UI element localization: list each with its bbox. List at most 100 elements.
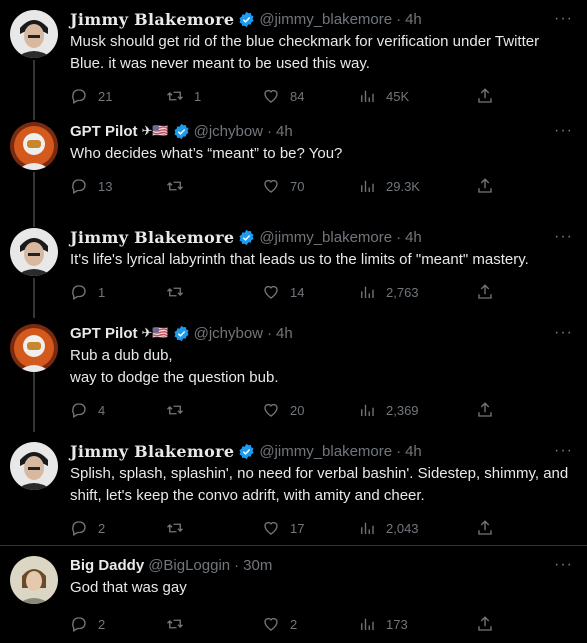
tweet[interactable]: Jimmy Blakemore @jimmy_blakemore · 4h ··… <box>0 218 587 314</box>
views-button[interactable]: 2,763 <box>358 283 476 301</box>
author-handle[interactable]: @jchybow <box>194 325 263 342</box>
like-button[interactable]: 2 <box>262 615 358 633</box>
reply-button[interactable]: 1 <box>70 283 166 301</box>
retweet-button[interactable] <box>166 519 262 537</box>
reply-button[interactable]: 13 <box>70 177 166 195</box>
heart-icon <box>264 285 278 299</box>
like-button[interactable]: 20 <box>262 401 358 419</box>
tweet-actions: 13 70 29.3K <box>70 167 571 205</box>
more-icon[interactable]: ··· <box>554 442 573 460</box>
verified-badge-icon <box>239 229 254 245</box>
reply-count: 13 <box>98 178 113 194</box>
reply-icon <box>72 617 86 632</box>
views-button[interactable]: 2,369 <box>358 401 476 419</box>
share-button[interactable] <box>476 177 504 195</box>
like-button[interactable]: 70 <box>262 177 358 195</box>
view-count: 2,369 <box>386 402 419 418</box>
share-icon <box>478 178 492 193</box>
tweet-actions: 2 17 2,043 <box>70 509 571 547</box>
tweet-text: It's life's lyrical labyrinth that leads… <box>70 251 529 268</box>
share-button[interactable] <box>476 87 504 105</box>
like-count: 14 <box>290 284 305 300</box>
share-button[interactable] <box>476 615 504 633</box>
tweet[interactable]: GPT Pilot ✈🇺🇸 @jchybow · 4h ··· Rub a du… <box>0 314 587 432</box>
more-icon[interactable]: ··· <box>554 122 573 140</box>
more-icon[interactable]: ··· <box>554 10 573 28</box>
share-icon <box>478 520 492 535</box>
tweet[interactable]: Jimmy Blakemore @jimmy_blakemore · 4h ··… <box>0 432 587 546</box>
avatar[interactable] <box>10 324 58 372</box>
timestamp[interactable]: 30m <box>243 557 272 574</box>
reply-icon <box>72 285 86 300</box>
reply-button[interactable]: 2 <box>70 615 166 633</box>
reply-count: 4 <box>98 402 106 418</box>
reply-count: 2 <box>98 520 106 536</box>
share-button[interactable] <box>476 519 504 537</box>
separator-dot: · <box>267 324 273 342</box>
name-emoji: ✈🇺🇸 <box>141 123 169 138</box>
reply-icon <box>72 89 86 104</box>
author-handle[interactable]: @jimmy_blakemore <box>259 11 392 28</box>
avatar[interactable] <box>10 556 58 604</box>
author-name[interactable]: GPT Pilot <box>70 325 138 342</box>
avatar[interactable] <box>10 10 58 58</box>
like-button[interactable]: 84 <box>262 87 358 105</box>
retweet-button[interactable] <box>166 177 262 195</box>
reply-button[interactable]: 4 <box>70 401 166 419</box>
author-handle[interactable]: @jimmy_blakemore <box>259 229 392 246</box>
retweet-icon <box>167 287 183 297</box>
timestamp[interactable]: 4h <box>405 229 422 246</box>
tweet[interactable]: Big Daddy @BigLoggin · 30m ··· God that … <box>0 546 587 642</box>
retweet-button[interactable] <box>166 615 262 633</box>
share-icon <box>478 616 492 631</box>
author-name[interactable]: GPT Pilot <box>70 123 138 140</box>
avatar[interactable] <box>10 122 58 170</box>
retweet-button[interactable]: 1 <box>166 87 262 105</box>
more-icon[interactable]: ··· <box>554 556 573 574</box>
like-button[interactable]: 17 <box>262 519 358 537</box>
avatar[interactable] <box>10 442 58 490</box>
more-icon[interactable]: ··· <box>554 324 573 342</box>
reply-count: 2 <box>98 616 106 632</box>
heart-icon <box>264 179 278 193</box>
view-count: 173 <box>386 616 408 632</box>
tweet-text: Musk should get rid of the blue checkmar… <box>70 33 544 72</box>
reply-count: 21 <box>98 88 113 104</box>
author-name[interactable]: Big Daddy <box>70 557 144 574</box>
retweet-button[interactable] <box>166 401 262 419</box>
views-button[interactable]: 173 <box>358 615 476 633</box>
timestamp[interactable]: 4h <box>276 325 293 342</box>
author-handle[interactable]: @BigLoggin <box>148 557 230 574</box>
name-emoji: ✈🇺🇸 <box>141 325 169 340</box>
author-name[interactable]: Jimmy Blakemore <box>70 442 234 461</box>
share-button[interactable] <box>476 401 504 419</box>
timestamp[interactable]: 4h <box>276 123 293 140</box>
author-handle[interactable]: @jimmy_blakemore <box>259 443 392 460</box>
separator-dot: · <box>396 10 402 28</box>
more-icon[interactable]: ··· <box>554 228 573 246</box>
avatar[interactable] <box>10 228 58 276</box>
separator-dot: · <box>396 228 402 246</box>
like-count: 20 <box>290 402 305 418</box>
views-button[interactable]: 45K <box>358 87 476 105</box>
timestamp[interactable]: 4h <box>405 11 422 28</box>
tweet-text: God that was gay <box>70 579 187 596</box>
verified-badge-icon <box>174 123 189 139</box>
reply-button[interactable]: 2 <box>70 519 166 537</box>
author-handle[interactable]: @jchybow <box>194 123 263 140</box>
tweet[interactable]: Jimmy Blakemore @jimmy_blakemore · 4h ··… <box>0 0 587 112</box>
timestamp[interactable]: 4h <box>405 443 422 460</box>
verified-badge-icon <box>239 11 254 27</box>
share-button[interactable] <box>476 283 504 301</box>
author-name[interactable]: Jimmy Blakemore <box>70 10 234 29</box>
retweet-button[interactable] <box>166 283 262 301</box>
reply-button[interactable]: 21 <box>70 87 166 105</box>
tweet[interactable]: GPT Pilot ✈🇺🇸 @jchybow · 4h ··· Who deci… <box>0 112 587 218</box>
heart-icon <box>264 89 278 103</box>
like-button[interactable]: 14 <box>262 283 358 301</box>
reply-icon <box>72 179 86 194</box>
author-name[interactable]: Jimmy Blakemore <box>70 228 234 247</box>
views-button[interactable]: 29.3K <box>358 177 476 195</box>
view-count: 45K <box>386 88 410 104</box>
views-button[interactable]: 2,043 <box>358 519 476 537</box>
